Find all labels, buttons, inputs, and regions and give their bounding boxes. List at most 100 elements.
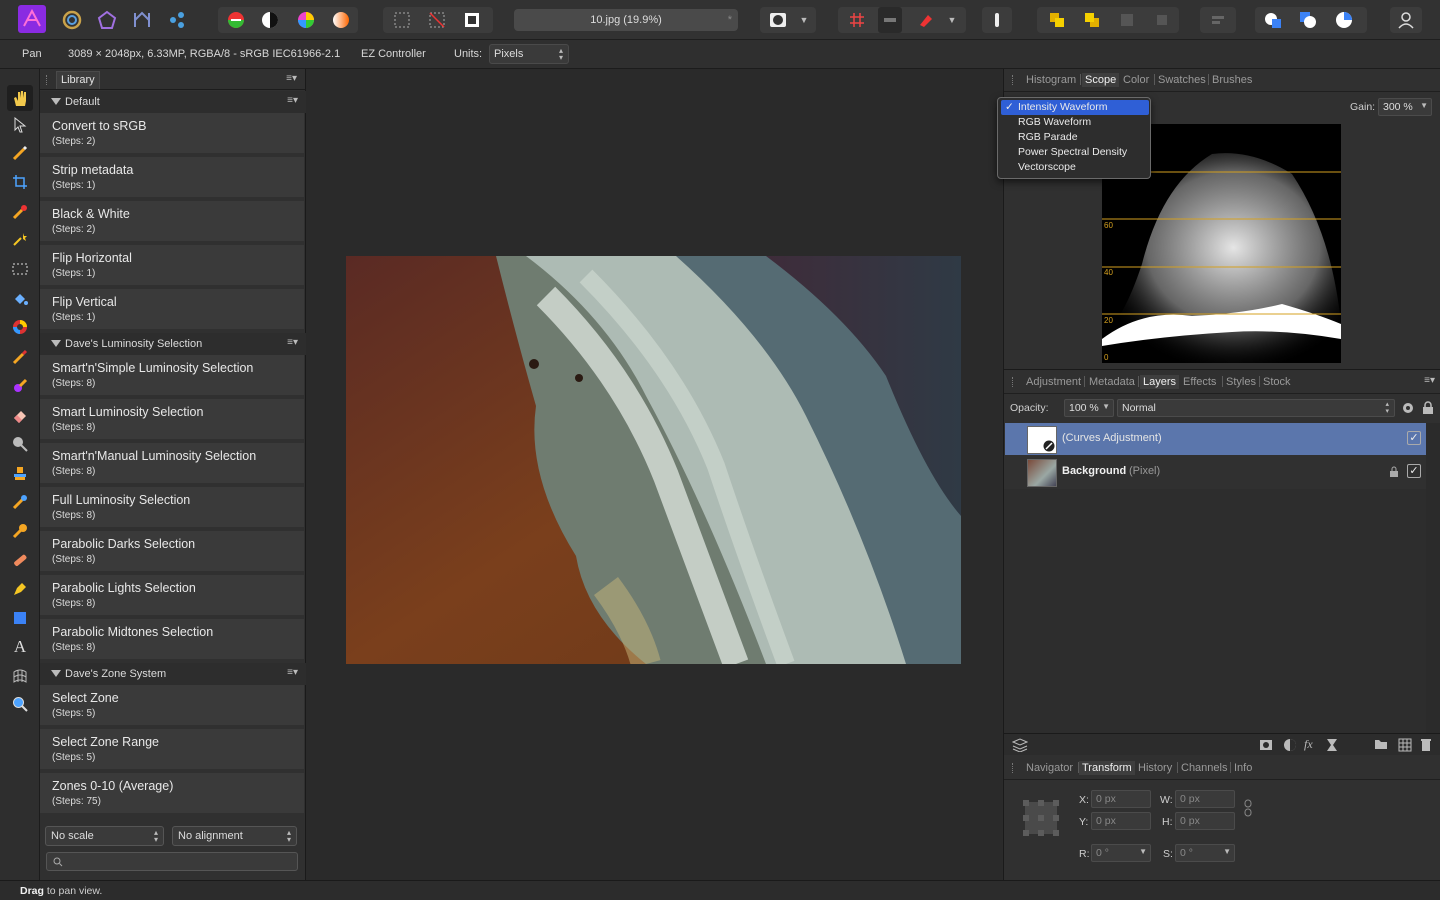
lock-icon[interactable] (1422, 401, 1434, 415)
gear-icon[interactable] (1401, 401, 1415, 415)
disclosure-icon[interactable] (51, 670, 61, 677)
s-field[interactable]: 0 ° ▼ (1175, 844, 1235, 862)
tab-layers[interactable]: Layers (1140, 375, 1180, 389)
macro-item[interactable]: Select Zone Range (Steps: 5) (40, 729, 304, 771)
layer-lock-icon[interactable] (1389, 466, 1399, 478)
blend-mode-select[interactable]: Normal ▴ ▾ (1117, 399, 1395, 417)
library-menu-icon[interactable]: ≡▾ (286, 73, 297, 84)
crop-tool-icon[interactable] (10, 172, 30, 192)
scope-option-vectorscope[interactable]: Vectorscope (1001, 160, 1149, 175)
disclosure-icon[interactable] (51, 98, 61, 105)
anchor-point-icon[interactable] (1022, 799, 1060, 837)
color-replacement-tool-icon[interactable] (10, 376, 30, 396)
scope-option-rgb-parade[interactable]: RGB Parade (1001, 130, 1149, 145)
paint-brush-tool-icon[interactable] (10, 347, 30, 367)
pen-tool-icon[interactable] (10, 579, 30, 599)
alignment-select[interactable]: No alignment ▴ ▾ (172, 826, 297, 846)
quick-mask-icon[interactable] (766, 7, 790, 33)
macro-item[interactable]: Smart Luminosity Selection (Steps: 8) (40, 399, 304, 441)
macro-item[interactable]: Convert to sRGB (Steps: 2) (40, 113, 304, 155)
assistant-icon[interactable] (985, 7, 1009, 33)
tab-color[interactable]: Color (1123, 74, 1149, 86)
selection-brush-tool-icon[interactable] (10, 202, 30, 222)
macro-item[interactable]: Full Luminosity Selection (Steps: 8) (40, 487, 304, 529)
h-field[interactable]: 0 px (1175, 812, 1235, 830)
x-field[interactable]: 0 px (1091, 790, 1151, 808)
tab-stock[interactable]: Stock (1263, 376, 1291, 388)
select-all-icon[interactable] (390, 7, 414, 33)
mesh-warp-tool-icon[interactable] (10, 666, 30, 686)
category-menu-icon[interactable]: ≡▾ (287, 95, 298, 106)
snapping-dropdown-icon[interactable]: ▼ (944, 7, 960, 33)
scope-option-rgb-waveform[interactable]: RGB Waveform (1001, 115, 1149, 130)
category-default[interactable]: Default ≡▾ (40, 91, 306, 113)
tab-histogram[interactable]: Histogram (1026, 74, 1076, 86)
adjustment-icon[interactable] (1283, 738, 1297, 752)
macro-item[interactable]: Smart'n'Simple Luminosity Selection (Step… (40, 355, 304, 397)
macro-item[interactable]: Strip metadata (Steps: 1) (40, 157, 304, 199)
clone-tool-icon[interactable] (10, 463, 30, 483)
move-forward-icon[interactable] (1080, 7, 1104, 33)
tab-channels[interactable]: Channels (1181, 762, 1227, 774)
library-search-input[interactable] (46, 852, 298, 871)
layer-row-background[interactable]: Background (Pixel) ✓ (1005, 456, 1427, 488)
move-to-front-icon[interactable] (1150, 7, 1174, 33)
quick-mask-dropdown-icon[interactable]: ▼ (796, 7, 812, 33)
link-icon[interactable] (1244, 799, 1252, 817)
flood-select-tool-icon[interactable] (10, 229, 30, 249)
tab-metadata[interactable]: Metadata (1089, 376, 1135, 388)
invert-selection-icon[interactable] (460, 7, 484, 33)
scale-select[interactable]: No scale ▴ ▾ (45, 826, 164, 846)
flood-fill-tool-icon[interactable] (10, 288, 30, 308)
develop-persona-icon[interactable] (130, 7, 154, 33)
blur-brush-tool-icon[interactable] (10, 492, 30, 512)
category-menu-icon[interactable]: ≡▾ (287, 667, 298, 678)
auto-contrast-icon[interactable] (258, 7, 282, 33)
photo-persona-icon[interactable] (60, 7, 84, 33)
units-select[interactable]: Pixels ▴ ▾ (489, 44, 569, 64)
macro-item[interactable]: Smart'n'Manual Luminosity Selection (Step… (40, 443, 304, 485)
tab-info[interactable]: Info (1234, 762, 1252, 774)
snapping-grid-icon[interactable] (845, 7, 869, 33)
scope-option-intensity-waveform[interactable]: ✓ Intensity Waveform (1001, 100, 1149, 115)
erase-tool-icon[interactable] (10, 405, 30, 425)
macro-item[interactable]: Select Zone (Steps: 5) (40, 685, 304, 727)
account-icon[interactable] (1394, 7, 1418, 33)
trash-icon[interactable] (1420, 738, 1432, 752)
ez-controller-button[interactable]: EZ Controller (361, 48, 426, 60)
move-to-back-icon[interactable] (1115, 7, 1139, 33)
r-field[interactable]: 0 ° ▼ (1091, 844, 1151, 862)
snapping-magnet-icon[interactable] (913, 7, 937, 33)
smudge-tool-icon[interactable] (10, 521, 30, 541)
tab-swatches[interactable]: Swatches (1158, 74, 1206, 86)
boolean-subtract-icon[interactable] (1296, 7, 1320, 33)
library-tab[interactable]: Library (56, 71, 100, 89)
color-picker-tool-icon[interactable] (10, 143, 30, 163)
document-tab[interactable]: 10.jpg (19.9%) * (514, 9, 738, 31)
tab-adjustment[interactable]: Adjustment (1026, 376, 1081, 388)
liquify-persona-icon[interactable] (95, 7, 119, 33)
tab-effects[interactable]: Effects (1183, 376, 1216, 388)
fx-icon[interactable]: fx (1304, 737, 1313, 752)
rectangle-tool-icon[interactable] (10, 608, 30, 628)
w-field[interactable]: 0 px (1175, 790, 1235, 808)
mask-layer-icon[interactable] (1259, 738, 1273, 752)
layers-menu-icon[interactable]: ≡▾ (1424, 375, 1435, 386)
gain-select[interactable]: 300 % ▼ (1378, 98, 1432, 116)
auto-colors-icon[interactable] (294, 7, 318, 33)
color-wheel-tool-icon[interactable] (10, 317, 30, 337)
align-icon[interactable] (1206, 7, 1230, 33)
scope-option-power-spectral-density[interactable]: Power Spectral Density (1001, 145, 1149, 160)
snapping-align-icon[interactable] (878, 7, 902, 33)
layer-visibility-checkbox[interactable]: ✓ (1407, 464, 1421, 478)
macro-item[interactable]: Parabolic Midtones Selection (Steps: 8) (40, 619, 304, 661)
export-persona-icon[interactable] (165, 7, 189, 33)
tab-brushes[interactable]: Brushes (1212, 74, 1252, 86)
tab-history[interactable]: History (1138, 762, 1172, 774)
boolean-intersect-icon[interactable] (1332, 7, 1356, 33)
y-field[interactable]: 0 px (1091, 812, 1151, 830)
move-tool-icon[interactable] (10, 115, 30, 135)
auto-levels-icon[interactable] (224, 7, 248, 33)
macro-item[interactable]: Black & White (Steps: 2) (40, 201, 304, 243)
marquee-tool-icon[interactable] (10, 259, 30, 279)
